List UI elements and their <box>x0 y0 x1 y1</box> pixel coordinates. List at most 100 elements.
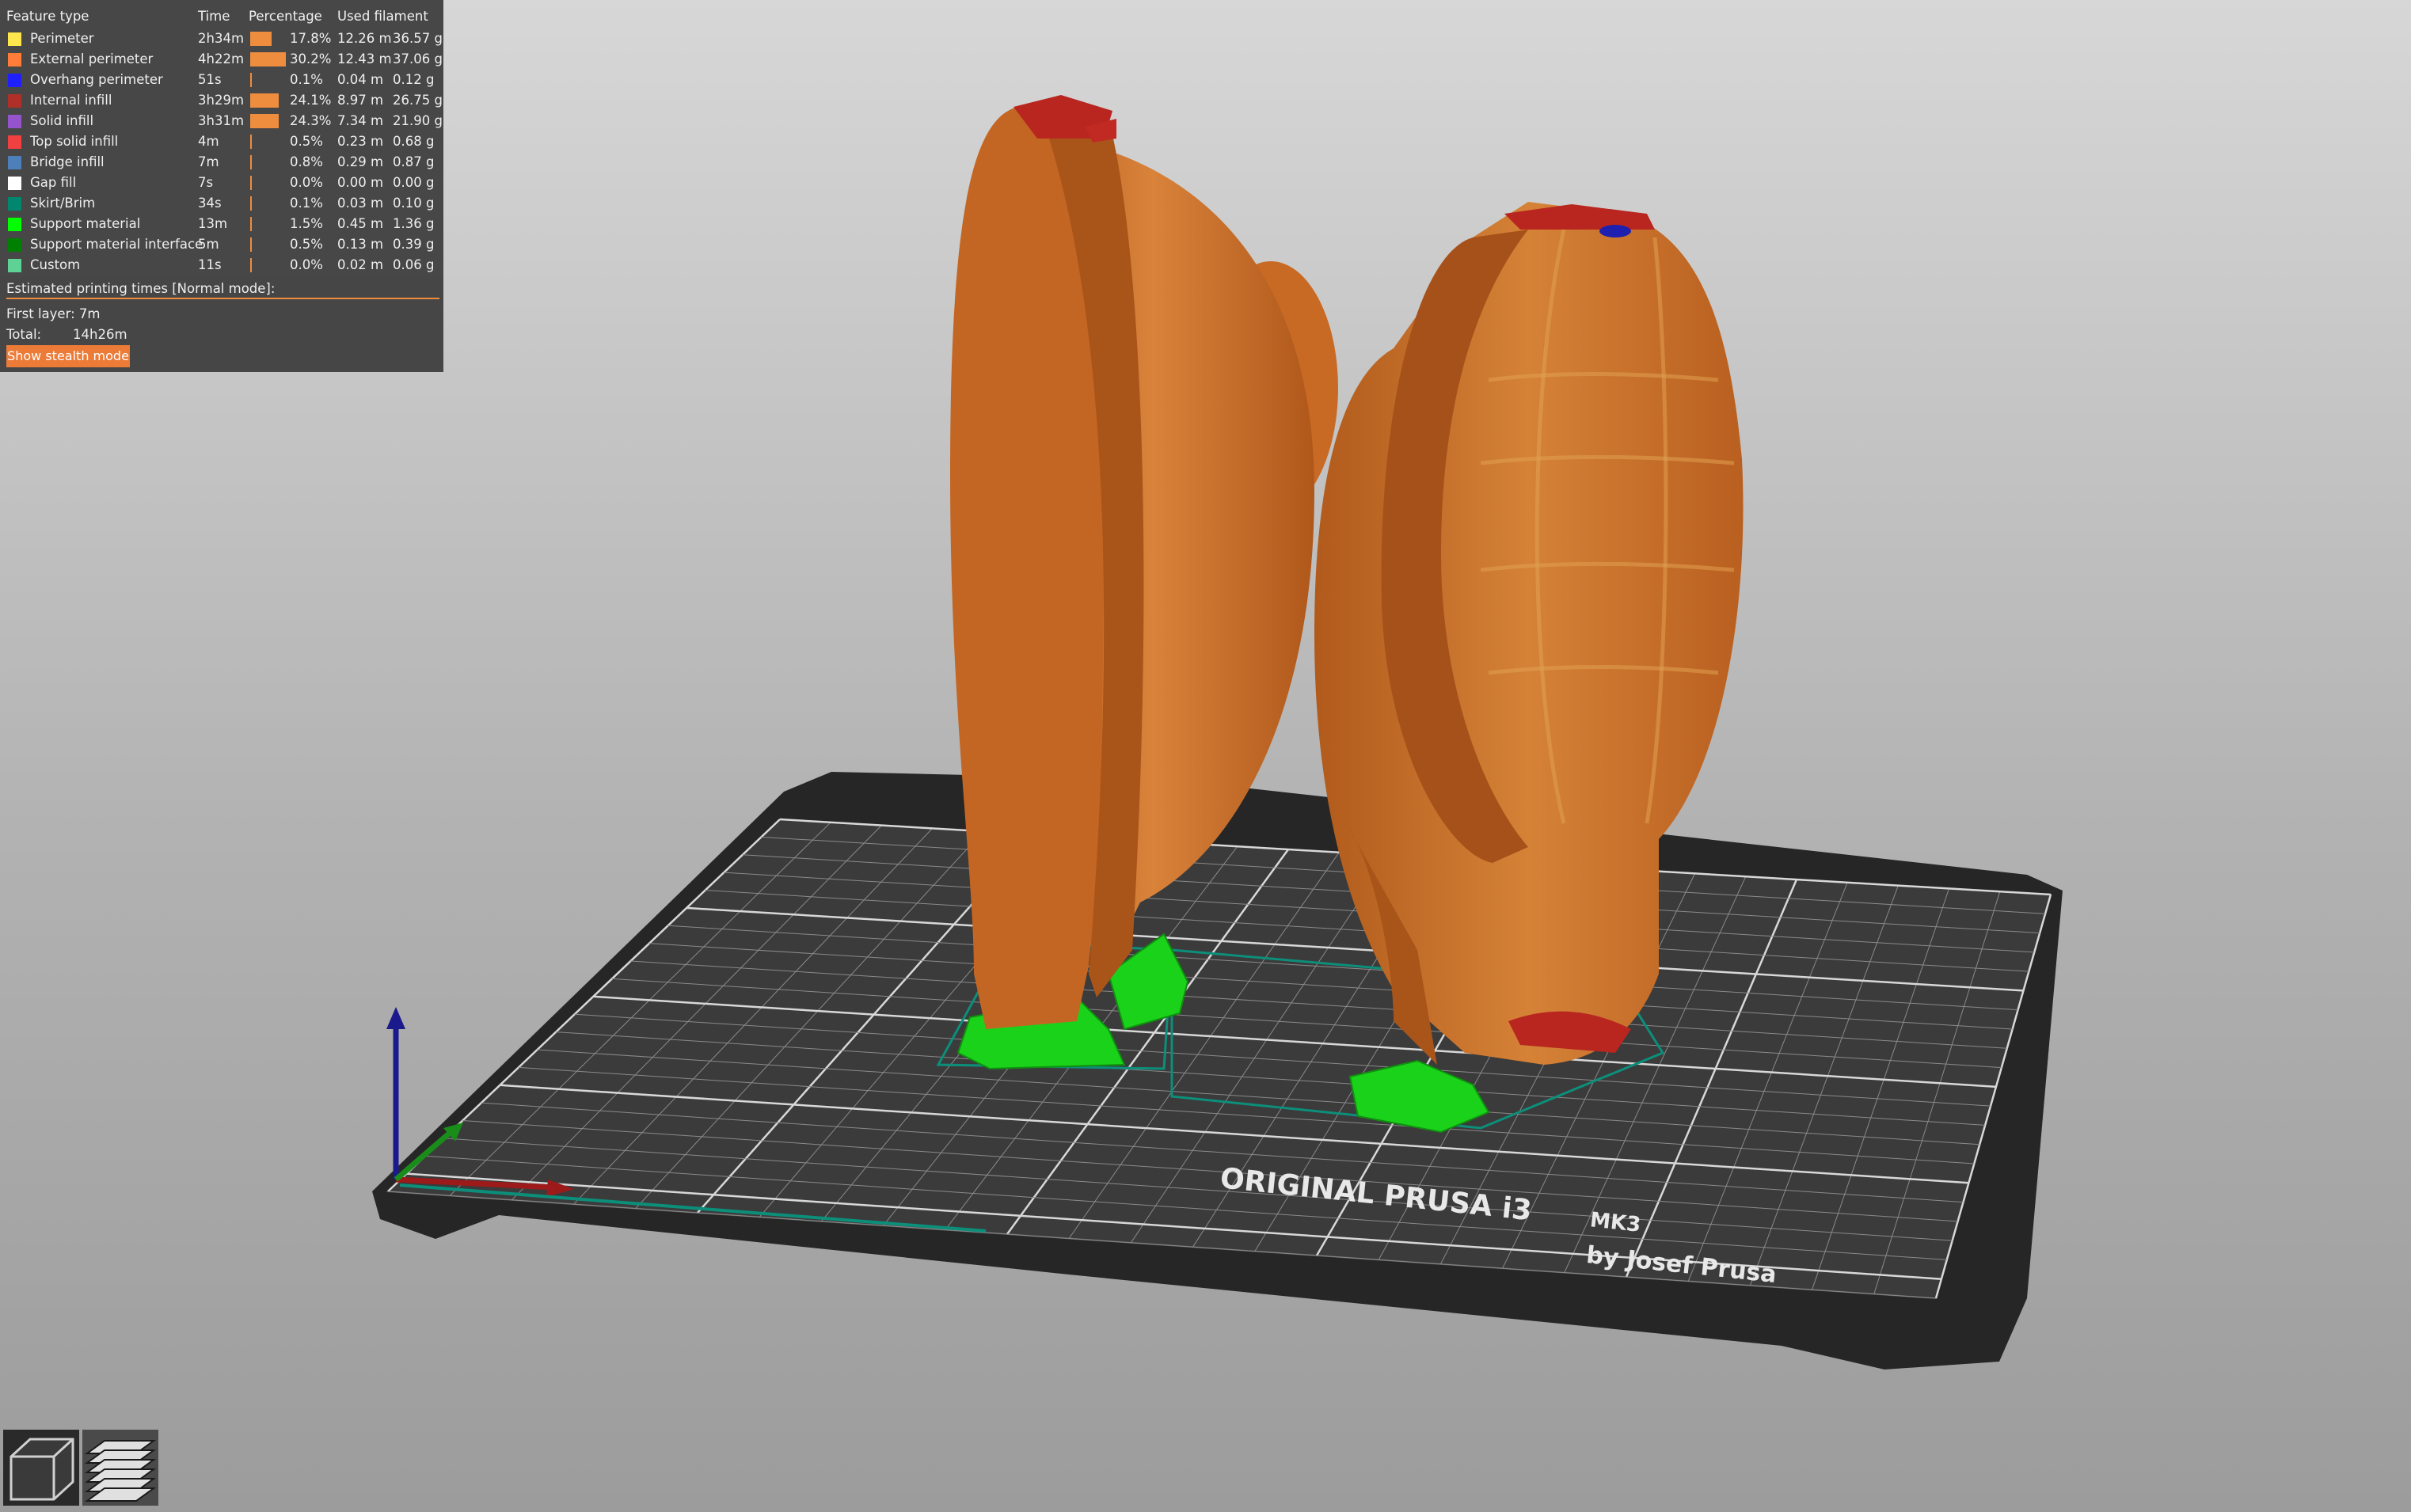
feature-percentage: 17.8% <box>290 31 332 46</box>
legend-row[interactable]: Internal infill 3h29m 24.1% 8.97 m 26.75 g <box>0 90 443 111</box>
feature-time: 4h22m <box>198 51 245 66</box>
color-swatch <box>8 74 21 87</box>
color-swatch <box>8 156 21 169</box>
feature-percentage: 0.5% <box>290 134 323 149</box>
feature-weight: 26.75 g <box>393 93 443 108</box>
percentage-bar <box>250 155 252 169</box>
feature-percentage: 0.8% <box>290 154 323 169</box>
color-swatch <box>8 238 21 252</box>
total-time: Total: 14h26m <box>6 325 127 345</box>
legend-row[interactable]: Top solid infill 4m 0.5% 0.23 m 0.68 g <box>0 131 443 152</box>
legend-row[interactable]: Skirt/Brim 34s 0.1% 0.03 m 0.10 g <box>0 193 443 214</box>
feature-length: 12.26 m <box>337 31 392 46</box>
preview-button[interactable] <box>82 1430 158 1506</box>
legend-row[interactable]: Bridge infill 7m 0.8% 0.29 m 0.87 g <box>0 152 443 173</box>
color-swatch <box>8 135 21 149</box>
legend-header: Feature type Time Percentage Used filame… <box>0 6 443 27</box>
estimated-times-title: Estimated printing times [Normal mode]: <box>6 281 276 296</box>
feature-name: Top solid infill <box>30 134 119 149</box>
total-value: 14h26m <box>73 327 127 342</box>
preview-layers-icon <box>84 1440 157 1502</box>
feature-name: Gap fill <box>30 175 77 190</box>
percentage-bar <box>250 176 252 190</box>
feature-length: 0.03 m <box>337 196 384 211</box>
first-layer-time: First layer: 7m <box>6 304 100 325</box>
feature-length: 0.23 m <box>337 134 384 149</box>
percentage-bar <box>250 135 252 149</box>
total-label: Total: <box>6 327 42 342</box>
feature-time: 5m <box>198 237 219 252</box>
feature-time: 11s <box>198 257 222 272</box>
first-layer-value: 7m <box>78 306 101 321</box>
percentage-bar <box>250 258 252 272</box>
feature-length: 0.00 m <box>337 175 384 190</box>
legend-row[interactable]: Perimeter 2h34m 17.8% 12.26 m 36.57 g <box>0 28 443 49</box>
feature-time: 51s <box>198 72 222 87</box>
feature-name: Skirt/Brim <box>30 196 96 211</box>
feature-length: 12.43 m <box>337 51 392 66</box>
feature-weight: 0.39 g <box>393 237 435 252</box>
color-swatch <box>8 115 21 128</box>
color-swatch <box>8 197 21 211</box>
color-swatch <box>8 218 21 231</box>
color-swatch <box>8 94 21 108</box>
feature-percentage: 0.1% <box>290 196 323 211</box>
legend-row[interactable]: External perimeter 4h22m 30.2% 12.43 m 37.06… <box>0 49 443 70</box>
feature-time: 4m <box>198 134 219 149</box>
feature-time: 7m <box>198 154 219 169</box>
percentage-bar <box>250 32 272 46</box>
percentage-bar <box>250 196 252 211</box>
feature-percentage: 24.1% <box>290 93 332 108</box>
feature-time: 3h29m <box>198 93 245 108</box>
header-percentage: Percentage <box>249 9 322 24</box>
color-swatch <box>8 259 21 272</box>
feature-name: Perimeter <box>30 31 94 46</box>
percentage-bar <box>250 114 279 128</box>
feature-weight: 37.06 g <box>393 51 443 66</box>
feature-length: 0.04 m <box>337 72 384 87</box>
feature-weight: 21.90 g <box>393 113 443 128</box>
feature-name: Support material <box>30 216 141 231</box>
feature-weight: 1.36 g <box>393 216 435 231</box>
feature-percentage: 0.5% <box>290 237 323 252</box>
feature-name: Support material interface <box>30 237 203 252</box>
feature-length: 8.97 m <box>337 93 384 108</box>
feature-weight: 0.10 g <box>393 196 435 211</box>
legend-row[interactable]: Solid infill 3h31m 24.3% 7.34 m 21.90 g <box>0 111 443 131</box>
feature-percentage: 1.5% <box>290 216 323 231</box>
color-swatch <box>8 177 21 190</box>
feature-length: 7.34 m <box>337 113 384 128</box>
feature-time: 34s <box>198 196 222 211</box>
percentage-bar <box>250 73 252 87</box>
feature-time: 13m <box>198 216 228 231</box>
color-swatch <box>8 32 21 46</box>
feature-percentage: 30.2% <box>290 51 332 66</box>
feature-weight: 0.12 g <box>393 72 435 87</box>
feature-weight: 0.06 g <box>393 257 435 272</box>
legend-panel: Feature type Time Percentage Used filame… <box>0 0 443 372</box>
legend-row[interactable]: Support material 13m 1.5% 0.45 m 1.36 g <box>0 214 443 234</box>
feature-length: 0.02 m <box>337 257 384 272</box>
3d-view-button[interactable] <box>3 1430 79 1506</box>
feature-percentage: 0.0% <box>290 257 323 272</box>
feature-name: Solid infill <box>30 113 94 128</box>
percentage-bar <box>250 52 286 66</box>
header-feature-type: Feature type <box>6 9 89 24</box>
percentage-bar <box>250 217 252 231</box>
percentage-bar <box>250 237 252 252</box>
feature-time: 7s <box>198 175 214 190</box>
feature-weight: 0.00 g <box>393 175 435 190</box>
feature-percentage: 0.0% <box>290 175 323 190</box>
show-stealth-mode-button[interactable]: Show stealth mode <box>6 345 130 367</box>
header-used-filament: Used filament <box>337 9 428 24</box>
feature-name: Overhang perimeter <box>30 72 163 87</box>
feature-name: Internal infill <box>30 93 112 108</box>
feature-weight: 0.87 g <box>393 154 435 169</box>
legend-row[interactable]: Support material interface 5m 0.5% 0.13 m 0.… <box>0 234 443 255</box>
legend-row[interactable]: Overhang perimeter 51s 0.1% 0.04 m 0.12 g <box>0 70 443 90</box>
legend-row[interactable]: Custom 11s 0.0% 0.02 m 0.06 g <box>0 255 443 275</box>
feature-length: 0.29 m <box>337 154 384 169</box>
legend-row[interactable]: Gap fill 7s 0.0% 0.00 m 0.00 g <box>0 173 443 193</box>
header-time: Time <box>198 9 230 24</box>
feature-name: Bridge infill <box>30 154 105 169</box>
